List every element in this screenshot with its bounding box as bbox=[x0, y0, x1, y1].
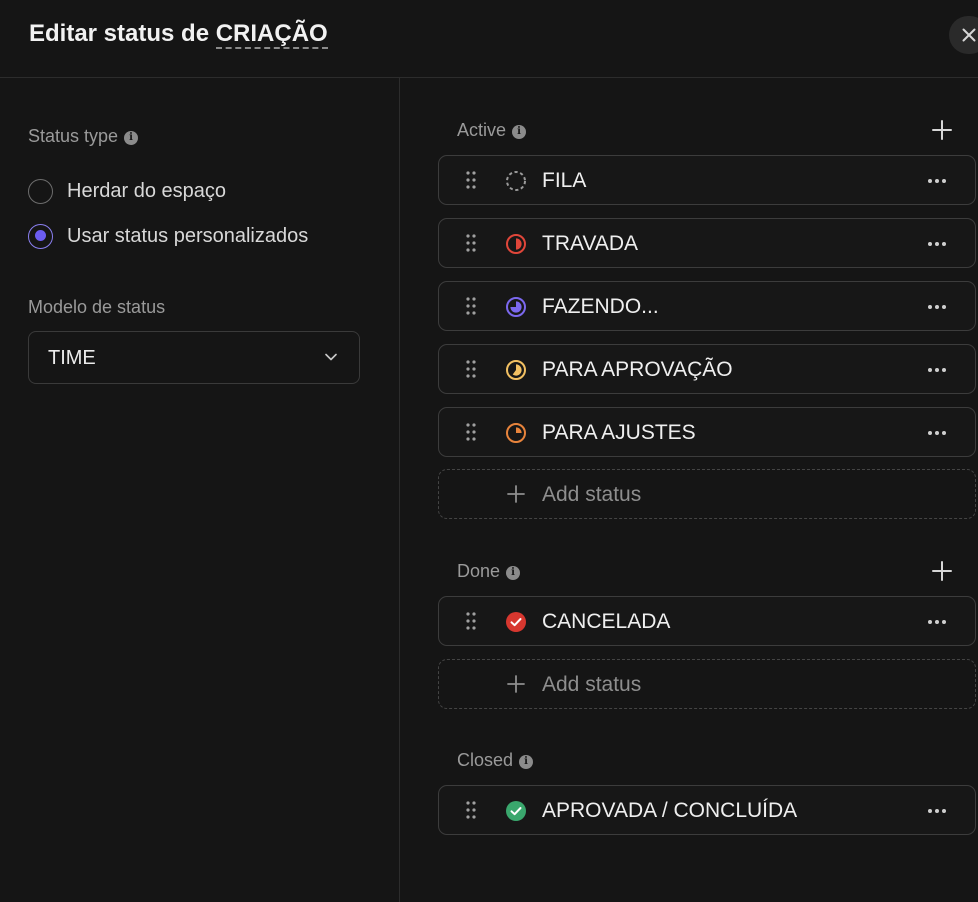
more-options-icon[interactable] bbox=[927, 430, 947, 436]
status-model-select[interactable]: TIME bbox=[28, 331, 360, 384]
drag-handle-icon[interactable] bbox=[466, 360, 476, 378]
chevron-down-icon bbox=[325, 353, 337, 361]
more-options-icon[interactable] bbox=[927, 304, 947, 310]
section-label-active: Active i bbox=[457, 120, 527, 141]
status-row[interactable]: CANCELADA bbox=[438, 596, 976, 646]
info-icon: i bbox=[506, 566, 521, 580]
status-name[interactable]: APROVADA / CONCLUÍDA bbox=[542, 799, 797, 823]
more-options-icon[interactable] bbox=[927, 178, 947, 184]
info-icon: i bbox=[519, 755, 534, 769]
more-options-icon[interactable] bbox=[927, 619, 947, 625]
close-button[interactable] bbox=[949, 16, 978, 54]
dialog-title: Editar status de CRIAÇÃO bbox=[29, 20, 328, 49]
plus-icon bbox=[507, 675, 525, 693]
status-type-label: Status type i bbox=[28, 126, 139, 147]
section-label-done: Done i bbox=[457, 561, 521, 582]
status-row[interactable]: PARA APROVAÇÃO bbox=[438, 344, 976, 394]
drag-handle-icon[interactable] bbox=[466, 423, 476, 441]
status-name[interactable]: PARA AJUSTES bbox=[542, 421, 696, 445]
drag-handle-icon[interactable] bbox=[466, 297, 476, 315]
title-entity: CRIAÇÃO bbox=[215, 20, 328, 49]
radio-personalizados[interactable]: Usar status personalizados bbox=[28, 223, 308, 249]
progress-circle-icon[interactable] bbox=[505, 422, 527, 444]
status-row[interactable]: PARA AJUSTES bbox=[438, 407, 976, 457]
panel-divider bbox=[399, 78, 400, 902]
radio-button-checked[interactable] bbox=[28, 223, 53, 249]
add-status-active[interactable]: Add status bbox=[438, 469, 976, 519]
progress-circle-icon[interactable] bbox=[505, 233, 527, 255]
drag-handle-icon[interactable] bbox=[466, 801, 476, 819]
more-options-icon[interactable] bbox=[927, 241, 947, 247]
dialog-header: Editar status de CRIAÇÃO bbox=[0, 0, 978, 78]
drag-handle-icon[interactable] bbox=[466, 234, 476, 252]
progress-circle-icon[interactable] bbox=[505, 296, 527, 318]
progress-circle-icon[interactable] bbox=[505, 359, 527, 381]
status-row[interactable]: APROVADA / CONCLUÍDA bbox=[438, 785, 976, 835]
status-row[interactable]: TRAVADA bbox=[438, 218, 976, 268]
status-name[interactable]: PARA APROVAÇÃO bbox=[542, 358, 733, 382]
drag-handle-icon[interactable] bbox=[466, 612, 476, 630]
check-circle-icon[interactable] bbox=[505, 800, 527, 822]
plus-icon bbox=[507, 485, 525, 503]
info-icon: i bbox=[512, 125, 527, 139]
title-prefix: Editar status de bbox=[29, 20, 210, 47]
radio-button[interactable] bbox=[28, 178, 53, 204]
add-active-plus-icon[interactable] bbox=[931, 119, 953, 141]
drag-handle-icon[interactable] bbox=[466, 171, 476, 189]
radio-herdar[interactable]: Herdar do espaço bbox=[28, 178, 226, 204]
more-options-icon[interactable] bbox=[927, 367, 947, 373]
radio-label: Herdar do espaço bbox=[67, 179, 226, 202]
status-name[interactable]: FAZENDO... bbox=[542, 295, 659, 319]
status-row[interactable]: FAZENDO... bbox=[438, 281, 976, 331]
add-status-label: Add status bbox=[542, 483, 642, 506]
status-row[interactable]: FILA bbox=[438, 155, 976, 205]
add-done-plus-icon[interactable] bbox=[931, 560, 953, 582]
status-name[interactable]: CANCELADA bbox=[542, 610, 670, 634]
select-value: TIME bbox=[48, 347, 96, 369]
radio-label: Usar status personalizados bbox=[67, 224, 309, 247]
dashed-circle-icon[interactable] bbox=[505, 170, 527, 192]
model-label: Modelo de status bbox=[28, 297, 166, 317]
info-icon: i bbox=[124, 131, 139, 145]
add-status-label: Add status bbox=[542, 673, 642, 696]
status-name[interactable]: TRAVADA bbox=[542, 232, 638, 256]
more-options-icon[interactable] bbox=[927, 808, 947, 814]
status-name[interactable]: FILA bbox=[542, 169, 586, 193]
close-icon bbox=[962, 28, 976, 42]
check-circle-icon[interactable] bbox=[505, 611, 527, 633]
section-label-closed: Closed i bbox=[457, 750, 534, 771]
add-status-done[interactable]: Add status bbox=[438, 659, 976, 709]
